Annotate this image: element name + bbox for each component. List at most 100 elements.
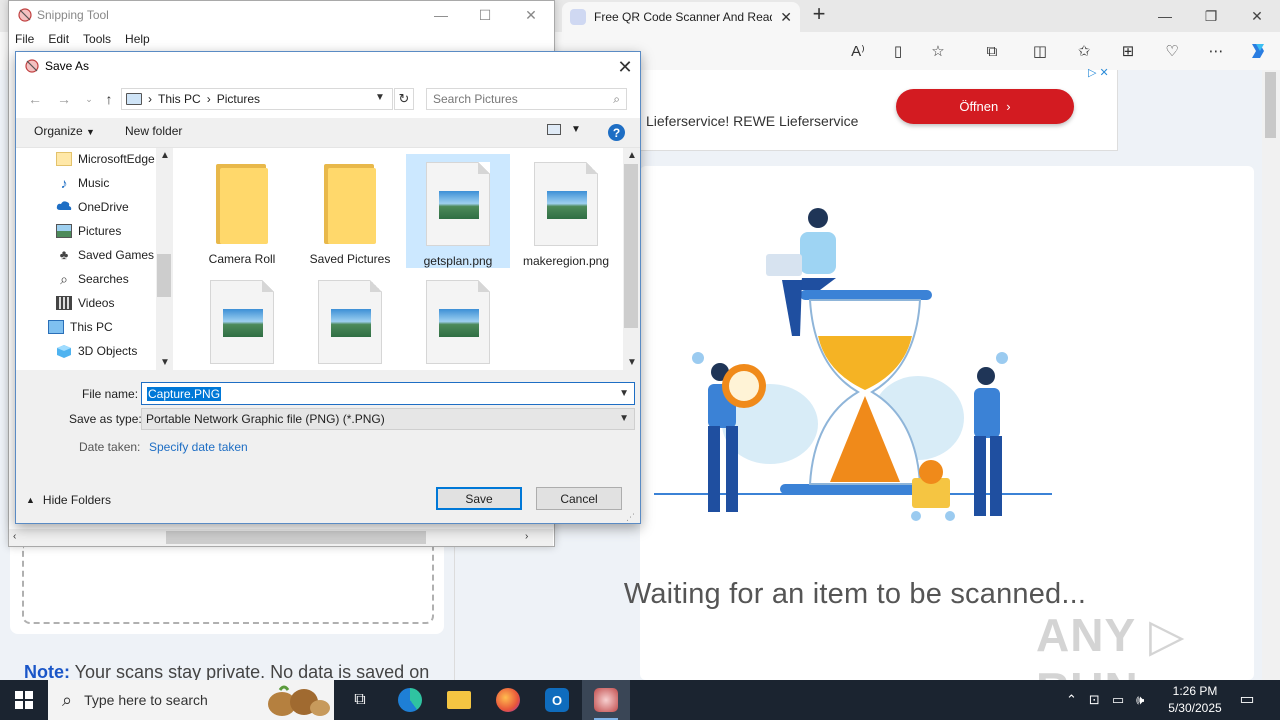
extensions-icon[interactable]: ⧉ xyxy=(980,40,1004,62)
scroll-up-icon[interactable]: ▲ xyxy=(627,150,637,161)
dialog-close-button[interactable]: ✕ xyxy=(610,54,640,80)
snip-close-button[interactable]: ✕ xyxy=(508,2,554,28)
taskbar-firefox[interactable] xyxy=(484,680,532,720)
browser-tab[interactable]: Free QR Code Scanner And Read ✕ xyxy=(562,2,800,32)
help-icon[interactable]: ? xyxy=(608,124,625,141)
waiting-status: Waiting for an item to be scanned... xyxy=(623,578,1087,610)
pictures-icon xyxy=(56,224,72,238)
specify-date-link[interactable]: Specify date taken xyxy=(149,440,248,454)
drop-zone[interactable] xyxy=(22,546,434,624)
file-name-value: Capture.PNG xyxy=(147,386,222,401)
menu-tools[interactable]: Tools xyxy=(76,32,118,50)
snip-minimize-button[interactable]: — xyxy=(418,2,464,28)
address-dropdown-icon[interactable]: ▼ xyxy=(375,92,385,103)
copilot-icon[interactable] xyxy=(1246,40,1270,62)
favorites-icon[interactable]: ✩ xyxy=(1072,40,1096,62)
tab-close-icon[interactable]: ✕ xyxy=(780,9,792,26)
organize-label: Organize xyxy=(34,124,83,138)
new-tab-button[interactable]: + xyxy=(808,3,830,26)
performance-icon[interactable]: ♡ xyxy=(1160,40,1184,62)
page-scrollbar[interactable] xyxy=(1262,70,1280,680)
browser-minimize-button[interactable]: — xyxy=(1142,0,1188,32)
save-button[interactable]: Save xyxy=(436,487,522,510)
browser-close-button[interactable]: ✕ xyxy=(1234,0,1280,32)
clock-date: 5/30/2025 xyxy=(1168,701,1222,715)
file-item-getsplan[interactable]: getsplan.png xyxy=(406,154,510,268)
save-type-select[interactable]: Portable Network Graphic file (PNG) (*.P… xyxy=(141,408,635,430)
taskbar-outlook[interactable]: O xyxy=(533,680,581,720)
page-scrollbar-thumb[interactable] xyxy=(1265,72,1276,138)
dialog-app-icon xyxy=(25,59,39,73)
chevron-down-icon[interactable]: ▼ xyxy=(619,388,629,399)
organize-button[interactable]: Organize ▼ xyxy=(34,124,95,138)
collections-icon[interactable]: ⊞ xyxy=(1116,40,1140,62)
computer-icon xyxy=(48,320,64,334)
scroll-down-icon[interactable]: ▼ xyxy=(160,357,170,368)
nav-item-onedrive[interactable]: OneDrive xyxy=(56,196,129,218)
menu-edit[interactable]: Edit xyxy=(41,32,76,50)
search-placeholder: Search Pictures xyxy=(433,92,518,106)
chevron-up-icon[interactable]: ⌃ xyxy=(1066,692,1077,708)
read-aloud-icon[interactable]: A⁾ xyxy=(846,40,870,62)
split-screen-icon[interactable]: ◫ xyxy=(1028,40,1052,62)
notification-icon[interactable]: ▭ xyxy=(1236,688,1258,710)
up-arrow-icon[interactable]: ↑ xyxy=(100,90,118,108)
scroll-right-icon[interactable]: › xyxy=(525,531,528,542)
nav-item-saved-games[interactable]: ♣ Saved Games xyxy=(56,244,154,266)
hide-folders-button[interactable]: ▲ Hide Folders xyxy=(26,493,111,507)
recent-locations-icon[interactable]: ⌄ xyxy=(80,90,98,108)
volume-icon[interactable]: 🕪 xyxy=(1136,692,1144,708)
refresh-icon[interactable]: ↻ xyxy=(394,88,414,110)
file-name-input[interactable]: Capture.PNG ▼ xyxy=(141,382,635,405)
resize-grip-icon[interactable]: ⋰ xyxy=(626,512,635,523)
back-arrow-icon[interactable]: ← xyxy=(26,90,44,108)
task-view-button[interactable]: ⧉ xyxy=(336,680,384,720)
nav-item-searches[interactable]: ⌕ Searches xyxy=(56,268,129,290)
start-button[interactable] xyxy=(0,680,48,720)
wifi-icon[interactable]: ▭ xyxy=(1112,692,1124,708)
change-view-button[interactable]: ▼ xyxy=(547,124,581,135)
breadcrumb-this-pc[interactable]: This PC xyxy=(158,92,201,106)
snip-scrollbar-thumb[interactable] xyxy=(166,531,426,544)
immersive-reader-icon[interactable]: ▯ xyxy=(886,40,910,62)
taskbar-file-explorer[interactable] xyxy=(435,680,483,720)
new-folder-button[interactable]: New folder xyxy=(125,124,182,138)
nav-item-microsoftedge[interactable]: MicrosoftEdge xyxy=(56,148,155,170)
file-item[interactable] xyxy=(298,272,402,370)
more-icon[interactable]: ⋯ xyxy=(1204,40,1228,62)
network-icon[interactable]: ⊡ xyxy=(1089,692,1100,708)
search-icon: ⌕ xyxy=(62,689,73,710)
forward-arrow-icon[interactable]: → xyxy=(55,90,73,108)
nav-item-videos[interactable]: Videos xyxy=(56,292,114,314)
scroll-up-icon[interactable]: ▲ xyxy=(160,150,170,161)
nav-item-pictures[interactable]: Pictures xyxy=(56,220,121,242)
nav-item-this-pc[interactable]: This PC xyxy=(48,316,113,338)
search-pictures-input[interactable]: Search Pictures ⌕ xyxy=(426,88,627,110)
breadcrumb-pictures[interactable]: Pictures xyxy=(217,92,260,106)
favorite-icon[interactable]: ☆ xyxy=(926,40,950,62)
ad-open-button[interactable]: Öffnen › xyxy=(896,89,1074,124)
menu-help[interactable]: Help xyxy=(118,32,157,50)
file-list-scrollbar-thumb[interactable] xyxy=(624,164,638,328)
address-bar[interactable]: › This PC › Pictures xyxy=(121,88,393,110)
scroll-left-icon[interactable]: ‹ xyxy=(13,531,16,542)
scroll-down-icon[interactable]: ▼ xyxy=(627,357,637,368)
ad-text: Lieferservice! REWE Lieferservice xyxy=(646,113,859,129)
file-item-camera-roll[interactable]: Camera Roll xyxy=(190,154,294,268)
menu-file[interactable]: File xyxy=(8,32,41,50)
cancel-button[interactable]: Cancel xyxy=(536,487,622,510)
nav-item-music[interactable]: ♪ Music xyxy=(56,172,110,194)
taskbar-clock[interactable]: 1:26 PM 5/30/2025 xyxy=(1166,683,1224,717)
ad-info-icon[interactable]: ▷ ✕ xyxy=(1088,66,1109,79)
taskbar-edge[interactable] xyxy=(386,680,434,720)
browser-restore-button[interactable]: ❐ xyxy=(1188,0,1234,32)
file-item[interactable] xyxy=(406,272,510,370)
snip-maximize-button[interactable]: ☐ xyxy=(462,2,508,28)
nav-pane-scrollbar-thumb[interactable] xyxy=(157,254,171,297)
taskbar-snipping-tool[interactable] xyxy=(582,680,630,720)
nav-item-3d-objects[interactable]: 3D Objects xyxy=(56,340,137,362)
file-item-makeregion[interactable]: makeregion.png xyxy=(514,154,618,268)
file-item[interactable] xyxy=(190,272,294,370)
file-item-saved-pictures[interactable]: Saved Pictures xyxy=(298,154,402,268)
chevron-right-icon: › xyxy=(1006,99,1011,114)
